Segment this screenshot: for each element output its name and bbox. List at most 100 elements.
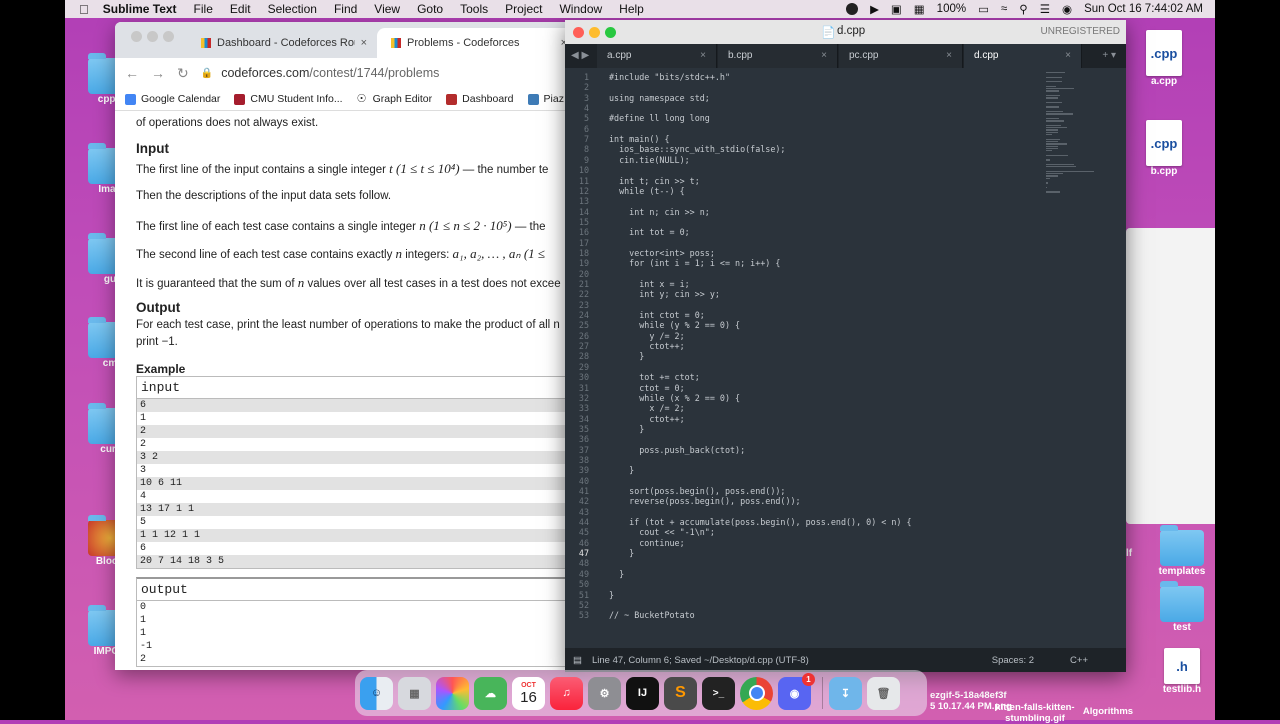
siri-icon[interactable]: ◉ — [1062, 2, 1072, 16]
url-field[interactable]: codeforces.com/contest/1744/problems — [221, 66, 439, 80]
code-line[interactable]: 7 int main() { — [565, 134, 670, 144]
code-line[interactable]: 14 int n; cin >> n; — [565, 207, 710, 217]
terminal-icon[interactable]: >_ — [702, 676, 735, 710]
settings-icon[interactable]: ⚙ — [588, 676, 621, 710]
trash-icon[interactable]: 🗑 — [867, 676, 900, 710]
menu-window[interactable]: Window — [559, 2, 602, 16]
code-line[interactable]: 16 int tot = 0; — [565, 227, 690, 237]
code-line[interactable]: 52 — [565, 600, 609, 610]
minimap[interactable] — [1046, 72, 1096, 193]
code-line[interactable]: 12 while (t--) { — [565, 186, 685, 196]
code-line[interactable]: 36 — [565, 434, 609, 444]
menu-goto[interactable]: Goto — [417, 2, 443, 16]
editor-tab-b-cpp[interactable]: b.cpp × — [718, 44, 838, 68]
code-line[interactable]: 13 — [565, 196, 609, 206]
code-line[interactable]: 45 cout << "-1\n"; — [565, 527, 715, 537]
code-line[interactable]: 35 } — [565, 424, 644, 434]
code-line[interactable]: 29 — [565, 362, 609, 372]
menu-app[interactable]: Sublime Text — [103, 2, 177, 16]
code-line[interactable]: 22 int y; cin >> y; — [565, 289, 720, 299]
desktop-file-algorithms[interactable]: Algorithms — [1078, 706, 1138, 717]
desktop-file-a-cpp[interactable]: .cpp a.cpp — [1136, 30, 1192, 87]
bookmark-cmu-student-info[interactable]: CMU Student Info... — [234, 93, 343, 105]
code-line[interactable]: 10 — [565, 165, 609, 175]
cloud-icon[interactable]: ☁ — [474, 676, 507, 710]
photos-icon[interactable] — [436, 676, 469, 710]
close-tab-icon[interactable]: × — [361, 37, 367, 49]
menu-find[interactable]: Find — [334, 2, 357, 16]
code-line[interactable]: 20 — [565, 269, 609, 279]
code-line[interactable]: 37 poss.push_back(ctot); — [565, 445, 745, 455]
code-line[interactable]: 28 } — [565, 351, 644, 361]
desktop-file-b-cpp[interactable]: .cpp b.cpp — [1136, 120, 1192, 177]
code-line[interactable]: 47 } — [565, 548, 634, 558]
forward-icon[interactable]: → — [151, 65, 165, 81]
desktop-folder-test[interactable]: test — [1154, 581, 1210, 633]
code-line[interactable]: 41 sort(poss.begin(), poss.end()); — [565, 486, 786, 496]
clock[interactable]: Sun Oct 16 7:44:02 AM — [1084, 3, 1203, 15]
bookmark-piazza[interactable]: Piaz — [527, 93, 564, 105]
indentation-setting[interactable]: Spaces: 2 — [992, 655, 1034, 666]
close-tab-icon[interactable]: × — [946, 44, 952, 68]
menu-edit[interactable]: Edit — [230, 2, 251, 16]
code-line[interactable]: 27 ctot++; — [565, 341, 685, 351]
editor-tab-pc-cpp[interactable]: pc.cpp × — [839, 44, 963, 68]
code-line[interactable]: 51} — [565, 590, 614, 600]
code-line[interactable]: 5 #define ll long long — [565, 113, 710, 123]
tab-problems[interactable]: Problems - Codeforces × — [377, 28, 575, 58]
music-icon[interactable]: ♫ — [550, 676, 583, 710]
code-line[interactable]: 33 x /= 2; — [565, 403, 685, 413]
code-line[interactable]: 46 continue; — [565, 538, 685, 548]
chrome-icon[interactable] — [740, 676, 773, 710]
code-line[interactable]: 21 int x = i; — [565, 279, 690, 289]
code-line[interactable]: 34 ctot++; — [565, 414, 685, 424]
code-line[interactable]: 32 while (x % 2 == 0) { — [565, 393, 740, 403]
code-line[interactable]: 3 using namespace std; — [565, 93, 710, 103]
close-tab-icon[interactable]: × — [1065, 44, 1071, 68]
sample-input-lines[interactable]: 61223 2 3 10 6 11 4 13 17 1 151 1 12 1 1 6 20 … — [137, 399, 575, 568]
code-line[interactable]: 38 — [565, 455, 609, 465]
panel-toggle-icon[interactable]: ▤ — [573, 655, 582, 666]
reload-icon[interactable]: ↻ — [177, 65, 189, 82]
code-line[interactable]: 18 vector<int> poss; — [565, 248, 715, 258]
code-line[interactable]: 44 if (tot + accumulate(poss.begin(), po… — [565, 517, 912, 527]
close-window-button[interactable] — [131, 31, 142, 42]
code-line[interactable]: 39 } — [565, 465, 634, 475]
close-window-button[interactable] — [573, 27, 584, 38]
play-icon[interactable]: ▶ — [870, 2, 879, 16]
tab-dashboard[interactable]: Dashboard - Codeforces Round × — [187, 28, 375, 58]
code-line[interactable]: 15 — [565, 217, 609, 227]
battery-icon[interactable]: ▭ — [978, 2, 989, 16]
code-line[interactable]: 1 #include "bits/stdc++.h" — [565, 72, 730, 82]
menu-selection[interactable]: Selection — [268, 2, 317, 16]
code-line[interactable]: 2 — [565, 82, 609, 92]
downloads-icon[interactable]: ↧ — [829, 676, 862, 710]
code-line[interactable]: 42 reverse(poss.begin(), poss.end()); — [565, 496, 801, 506]
code-line[interactable]: 43 — [565, 507, 609, 517]
code-line[interactable]: 48 — [565, 558, 609, 568]
code-line[interactable]: 40 — [565, 476, 609, 486]
zoom-window-button[interactable] — [163, 31, 174, 42]
code-line[interactable]: 23 — [565, 300, 609, 310]
desktop-file-kitten[interactable]: kitten-falls-kitten-stumbling.gif — [985, 702, 1085, 724]
code-line[interactable]: 30 tot += ctot; — [565, 372, 700, 382]
discord-icon[interactable]: ◉ 1 — [778, 672, 815, 710]
menu-help[interactable]: Help — [619, 2, 644, 16]
back-icon[interactable]: ← — [125, 65, 139, 81]
new-tab-icon[interactable]: + ▾ — [1102, 44, 1116, 68]
menu-view[interactable]: View — [374, 2, 400, 16]
code-line[interactable]: 9 cin.tie(NULL); — [565, 155, 690, 165]
tab-nav-arrows-icon[interactable]: ◀ ▶ — [571, 44, 589, 68]
code-line[interactable]: 31 ctot = 0; — [565, 383, 685, 393]
zoom-window-button[interactable] — [605, 27, 616, 38]
code-line[interactable]: 4 — [565, 103, 609, 113]
intellij-icon[interactable]: IJ — [626, 676, 659, 710]
launchpad-icon[interactable]: ▦ — [398, 676, 431, 710]
code-line[interactable]: 50 — [565, 579, 609, 589]
editor-tab-a-cpp[interactable]: a.cpp × — [597, 44, 717, 68]
desktop-file-testlib[interactable]: .h testlib.h — [1154, 648, 1210, 695]
bookmark-graph-editor[interactable]: ☉ Graph Editor — [356, 93, 432, 105]
editor-tab-d-cpp[interactable]: d.cpp × — [964, 44, 1082, 68]
code-line[interactable]: 26 y /= 2; — [565, 331, 685, 341]
bookmark-dashboard[interactable]: Dashboard — [446, 93, 514, 105]
